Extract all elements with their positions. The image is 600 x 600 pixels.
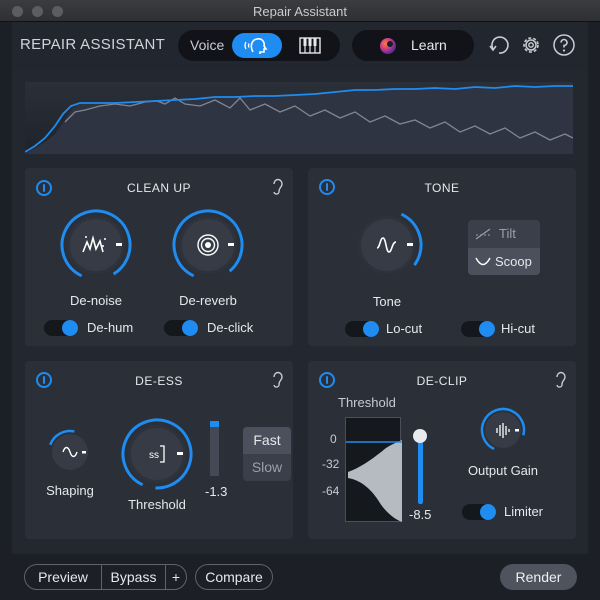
app-header: REPAIR ASSISTANT Voice Learn xyxy=(12,22,588,70)
hicut-switch[interactable] xyxy=(461,321,495,337)
shaping-knob[interactable] xyxy=(47,429,93,480)
denoise-knob[interactable] xyxy=(59,208,133,287)
de-clip-threshold-value: -8.5 xyxy=(409,507,432,522)
bottom-bar: Preview Bypass + Compare Render xyxy=(12,554,588,600)
output-gain-knob[interactable] xyxy=(480,407,526,458)
de-clip-slider-handle[interactable] xyxy=(413,429,427,443)
tilt-label: Tilt xyxy=(499,226,516,241)
dehum-label: De-hum xyxy=(87,320,134,335)
dehum-switch[interactable] xyxy=(44,320,78,336)
fast-option[interactable]: Fast xyxy=(243,427,291,454)
limiter-switch[interactable] xyxy=(462,504,496,520)
de-ess-title: DE-ESS xyxy=(135,374,183,388)
tone-label: Tone xyxy=(372,294,402,309)
scale-0: 0 xyxy=(330,432,337,446)
ss-threshold-icon: ss xyxy=(149,450,159,461)
app-title: REPAIR ASSISTANT xyxy=(20,36,166,53)
main-area: CLEAN UP De-noise De-reverb De-hum De-cl… xyxy=(12,70,588,554)
de-clip-threshold-label: Threshold xyxy=(338,395,396,410)
de-ess-threshold-value: -1.3 xyxy=(205,484,228,499)
tone-mode-selector: Tilt Scoop xyxy=(468,220,540,275)
declick-switch[interactable] xyxy=(164,320,198,336)
music-mode-button[interactable] xyxy=(288,33,332,58)
voice-mode-label[interactable]: Voice xyxy=(190,37,224,53)
history-icon[interactable] xyxy=(487,33,511,57)
hicut-label: Hi-cut xyxy=(501,321,535,336)
limiter-label: Limiter xyxy=(504,504,544,519)
tone-title: TONE xyxy=(424,181,460,195)
window-titlebar: Repair Assistant xyxy=(0,0,600,22)
ear-listen-icon[interactable] xyxy=(554,371,568,389)
compare-button[interactable]: Compare xyxy=(195,564,273,590)
slow-option[interactable]: Slow xyxy=(243,454,291,481)
tilt-option[interactable]: Tilt xyxy=(468,220,540,247)
head-profile-icon xyxy=(244,38,268,54)
tilt-icon xyxy=(475,228,491,240)
declick-label: De-click xyxy=(207,320,254,335)
learn-label: Learn xyxy=(411,37,447,53)
locut-label: Lo-cut xyxy=(386,321,423,336)
clean-up-title: CLEAN UP xyxy=(126,181,192,195)
ear-listen-icon[interactable] xyxy=(271,371,285,389)
clean-up-panel: CLEAN UP De-noise De-reverb De-hum De-cl… xyxy=(25,168,293,346)
de-clip-panel: DE-CLIP Threshold 0 -32 -64 -8.5 Output … xyxy=(308,361,576,539)
learn-button[interactable]: Learn xyxy=(352,30,474,61)
scoop-option[interactable]: Scoop xyxy=(468,248,540,275)
de-ess-threshold-knob[interactable]: ss xyxy=(120,417,194,496)
clip-histogram xyxy=(345,417,402,522)
dereverb-label: De-reverb xyxy=(179,293,237,308)
ear-listen-icon[interactable] xyxy=(271,178,285,196)
locut-switch[interactable] xyxy=(345,321,379,337)
piano-keys-icon xyxy=(299,37,321,54)
add-button[interactable]: + xyxy=(165,564,187,590)
window-title: Repair Assistant xyxy=(253,4,347,19)
denoise-label: De-noise xyxy=(69,293,123,308)
output-gain-label: Output Gain xyxy=(467,463,539,478)
preview-button[interactable]: Preview xyxy=(24,564,102,590)
voice-mode-button[interactable] xyxy=(232,33,282,58)
mode-switch: Voice xyxy=(178,30,340,61)
spectrum-display xyxy=(25,82,573,154)
scoop-icon xyxy=(475,257,491,266)
learn-orb-icon xyxy=(380,38,396,54)
bypass-button[interactable]: Bypass xyxy=(101,564,166,590)
tone-knob[interactable] xyxy=(350,208,424,287)
de-ess-meter xyxy=(210,421,219,476)
speed-selector: Fast Slow xyxy=(243,427,291,481)
render-button[interactable]: Render xyxy=(500,564,577,590)
shaping-label: Shaping xyxy=(46,483,94,498)
de-clip-title: DE-CLIP xyxy=(416,374,468,388)
help-icon[interactable] xyxy=(552,33,576,57)
settings-gear-icon[interactable] xyxy=(519,33,543,57)
spectrum-graph xyxy=(25,85,573,154)
scoop-label: Scoop xyxy=(495,254,532,269)
dereverb-knob[interactable] xyxy=(171,208,245,287)
scale-minus-32: -32 xyxy=(322,457,340,471)
de-ess-panel: DE-ESS Shaping ss Threshold -1.3 Fast Sl… xyxy=(25,361,293,539)
tone-panel: TONE Tone Tilt Scoop Lo-cut Hi-cut xyxy=(308,168,576,346)
scale-minus-64: -64 xyxy=(322,484,340,498)
de-clip-threshold-slider[interactable] xyxy=(418,434,423,504)
de-ess-threshold-label: Threshold xyxy=(128,497,186,512)
